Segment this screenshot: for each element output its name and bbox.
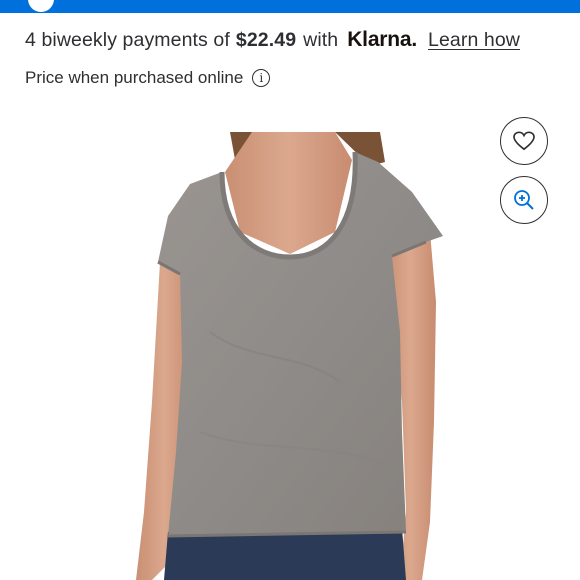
product-image[interactable]: [130, 132, 460, 580]
zoom-button[interactable]: [500, 176, 548, 224]
payment-amount: $22.49: [235, 29, 297, 51]
price-note: Price when purchased online i: [25, 66, 271, 90]
app-logo-icon: [28, 0, 54, 12]
learn-how-link[interactable]: Learn how: [428, 29, 520, 52]
info-icon[interactable]: i: [252, 69, 271, 87]
payment-prefix: 4 biweekly payments of: [25, 29, 230, 51]
top-app-bar: [0, 0, 580, 13]
payment-with: with: [303, 29, 339, 51]
price-note-text: Price when purchased online: [25, 68, 244, 87]
klarna-payment-line: 4 biweekly payments of $22.49 with Klarn…: [25, 28, 520, 58]
favorite-button[interactable]: [500, 117, 548, 165]
zoom-in-icon: [514, 190, 534, 210]
heart-icon: [513, 131, 535, 151]
klarna-logo: Klarna.: [347, 28, 418, 51]
